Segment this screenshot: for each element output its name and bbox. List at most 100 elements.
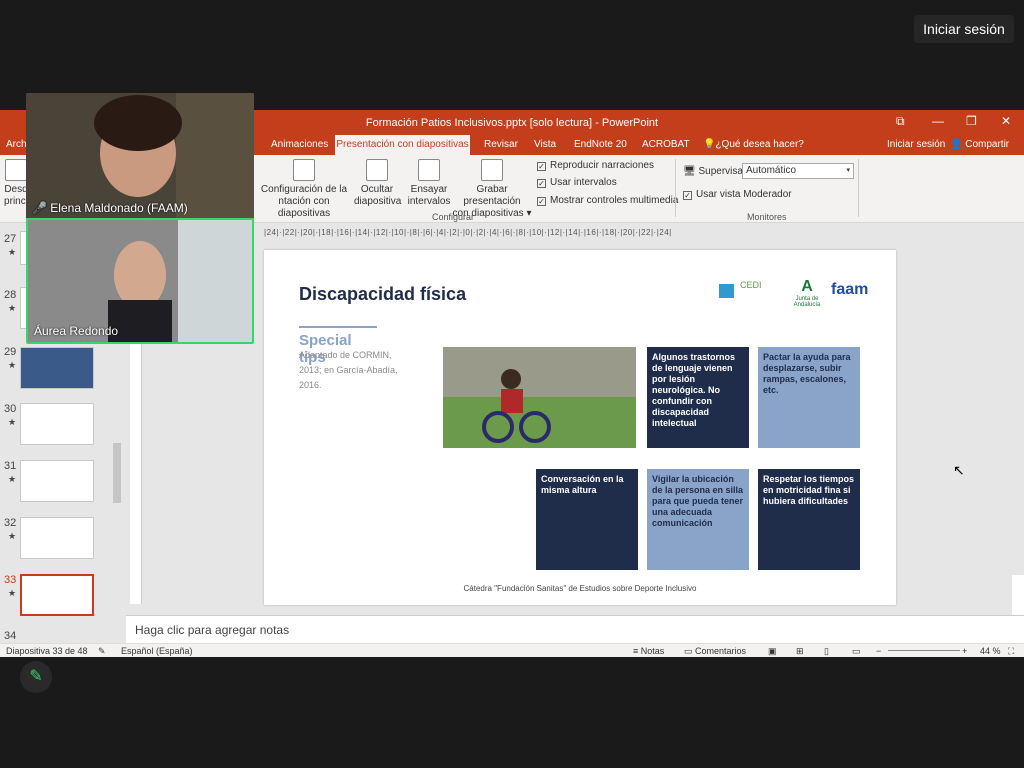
thumbnail-slide-current[interactable] — [20, 574, 94, 616]
group-divider — [675, 159, 676, 217]
tab-endnote[interactable]: EndNote 20 — [574, 139, 627, 150]
thumbnail-slide[interactable] — [20, 517, 94, 559]
from-start-button[interactable]: Desd princi — [4, 159, 28, 208]
rehearse-label-1: Ensayar — [410, 184, 448, 195]
participant-video-active[interactable]: Áurea Redondo — [26, 218, 254, 344]
narrations-label: Reproducir narraciones — [550, 160, 654, 171]
thumb-number: 27 — [4, 233, 17, 245]
monitor-label: 🖥 Supervisar: — [683, 166, 749, 177]
current-slide[interactable]: Discapacidad física CEDI A Junta de Andal… — [264, 250, 896, 605]
record-icon — [481, 159, 503, 181]
rehearse-label-2: intervalos — [407, 196, 451, 207]
from-start-label-2: princi — [4, 196, 28, 207]
tip-card: Respetar los tiempos en motricidad fina … — [758, 469, 860, 570]
tab-revisar[interactable]: Revisar — [484, 139, 518, 150]
zoom-in-icon[interactable]: + — [962, 646, 967, 656]
reading-view-icon[interactable]: ▯ — [824, 646, 829, 657]
scroll-thumb[interactable] — [113, 443, 121, 503]
rehearse-timings-button[interactable]: Ensayar intervalos — [406, 159, 452, 208]
slide-counter: Diapositiva 33 de 48 — [6, 646, 88, 656]
participant-video[interactable]: 🎤 Elena Maldonado (FAAM) — [26, 93, 254, 219]
junta-a-icon: A — [801, 278, 813, 295]
restore-button[interactable]: ❐ — [966, 114, 977, 128]
presenter-view-label: Usar vista Moderador — [696, 189, 792, 200]
checkmark-icon: ✓ — [537, 162, 546, 171]
logo-mark-icon — [719, 284, 734, 298]
monitor-select-value: Automático — [746, 165, 797, 176]
hide-slide-button[interactable]: Ocultar diapositiva — [354, 159, 402, 208]
tab-animaciones[interactable]: Animaciones — [271, 139, 328, 150]
record-label-1: Grabar presentación — [463, 184, 521, 207]
ribbon-signin[interactable]: Iniciar sesión — [887, 139, 945, 150]
fit-slide-icon[interactable]: ⛶ — [1008, 646, 1014, 657]
person-icon: 👤 — [950, 139, 963, 150]
minimize-button[interactable]: — — [932, 114, 944, 128]
zoom-level[interactable]: 44 % — [980, 646, 1001, 656]
tip-card: Pactar la ayuda para desplazarse, subir … — [758, 347, 860, 448]
setup-slideshow-button[interactable]: Configuración de la ntación con diaposit… — [252, 159, 356, 220]
annotate-pen-icon[interactable]: ✎ — [20, 661, 52, 693]
lightbulb-icon: 💡 — [703, 139, 716, 150]
hide-slide-icon — [366, 159, 388, 181]
thumb-number: 31 — [4, 460, 17, 472]
notes-label: Notas — [640, 646, 665, 656]
cedi-text: CEDI — [740, 280, 762, 290]
animation-star-icon: ★ — [8, 360, 17, 370]
spellcheck-icon[interactable]: ✎ — [98, 646, 106, 657]
media-controls-label: Mostrar controles multimedia — [550, 195, 679, 206]
thumb-number: 32 — [4, 517, 17, 529]
close-button[interactable]: ✕ — [1001, 114, 1011, 128]
zoom-slider[interactable] — [888, 650, 960, 651]
tab-file[interactable]: Arch — [6, 139, 27, 150]
notes-pane[interactable]: Haga clic para agregar notas — [126, 615, 1024, 643]
record-slideshow-button[interactable]: Grabar presentación con diapositivas ▾ — [450, 159, 534, 220]
rehearse-icon — [418, 159, 440, 181]
notes-toggle[interactable]: ≡ Notas — [633, 646, 664, 656]
ribbon-display-icon[interactable]: ⧉ — [896, 114, 905, 129]
logo-cedi: CEDI — [740, 280, 762, 290]
notes-placeholder: Haga clic para agregar notas — [135, 623, 290, 637]
share-label: Compartir — [965, 139, 1010, 150]
logo-faam: faam — [831, 281, 869, 298]
tell-me-label: ¿Qué desea hacer? — [715, 139, 804, 150]
hide-label-2: diapositiva — [354, 196, 402, 207]
status-bar: Diapositiva 33 de 48 ✎ Español (España) … — [0, 643, 1024, 657]
participant-name: 🎤 Elena Maldonado (FAAM) — [32, 201, 188, 215]
slide-source: Adaptado de CORMIN, 2013; en García-Abad… — [299, 350, 398, 390]
thumb-number: 30 — [4, 403, 17, 415]
slide-sorter-icon[interactable]: ⊞ — [796, 646, 804, 657]
thumbnail-slide[interactable] — [20, 347, 94, 389]
presenter-view-checkbox[interactable]: ✓ Usar vista Moderador — [683, 189, 792, 200]
comments-label: Comentarios — [695, 646, 747, 656]
media-controls-checkbox[interactable]: ✓ Mostrar controles multimedia — [537, 195, 678, 206]
normal-view-icon[interactable]: ▣ — [768, 646, 777, 657]
group-divider — [858, 159, 859, 217]
comments-toggle[interactable]: ▭ Comentarios — [684, 646, 746, 657]
share-button[interactable]: 👤 Compartir — [950, 139, 1009, 150]
canvas-scrollbar[interactable] — [1012, 223, 1024, 575]
tab-acrobat[interactable]: ACROBAT — [642, 139, 690, 150]
tell-me-search[interactable]: 💡¿Qué desea hacer? — [703, 139, 804, 150]
slideshow-view-icon[interactable]: ▭ — [852, 646, 861, 657]
monitor-select[interactable]: Automático ▾ — [742, 163, 854, 179]
checkmark-icon: ✓ — [683, 191, 692, 200]
participant-name-text: Elena Maldonado (FAAM) — [50, 201, 188, 215]
animation-star-icon: ★ — [8, 303, 17, 313]
zoom-out-icon[interactable]: − — [876, 646, 881, 656]
signin-button[interactable]: Iniciar sesión — [914, 15, 1014, 43]
thumbnail-slide[interactable] — [20, 403, 94, 445]
monitor-icon: 🖥 — [683, 166, 696, 177]
timings-checkbox[interactable]: ✓ Usar intervalos — [537, 177, 617, 188]
setup-label-2: ntación con diapositivas — [277, 196, 331, 219]
group-configurar: Configurar — [432, 212, 475, 222]
comment-icon: ▭ — [684, 646, 693, 656]
junta-text: Junta de Andalucía — [793, 296, 821, 308]
logo-junta: A Junta de Andalucía — [786, 278, 828, 308]
mouse-cursor-icon: ↖ — [953, 462, 965, 478]
notes-icon: ≡ — [633, 646, 639, 656]
tab-vista[interactable]: Vista — [534, 139, 556, 150]
tab-presentacion[interactable]: Presentación con diapositivas — [335, 135, 470, 155]
narrations-checkbox[interactable]: ✓ Reproducir narraciones — [537, 160, 654, 171]
language-status[interactable]: Español (España) — [121, 646, 193, 656]
thumbnail-slide[interactable] — [20, 460, 94, 502]
